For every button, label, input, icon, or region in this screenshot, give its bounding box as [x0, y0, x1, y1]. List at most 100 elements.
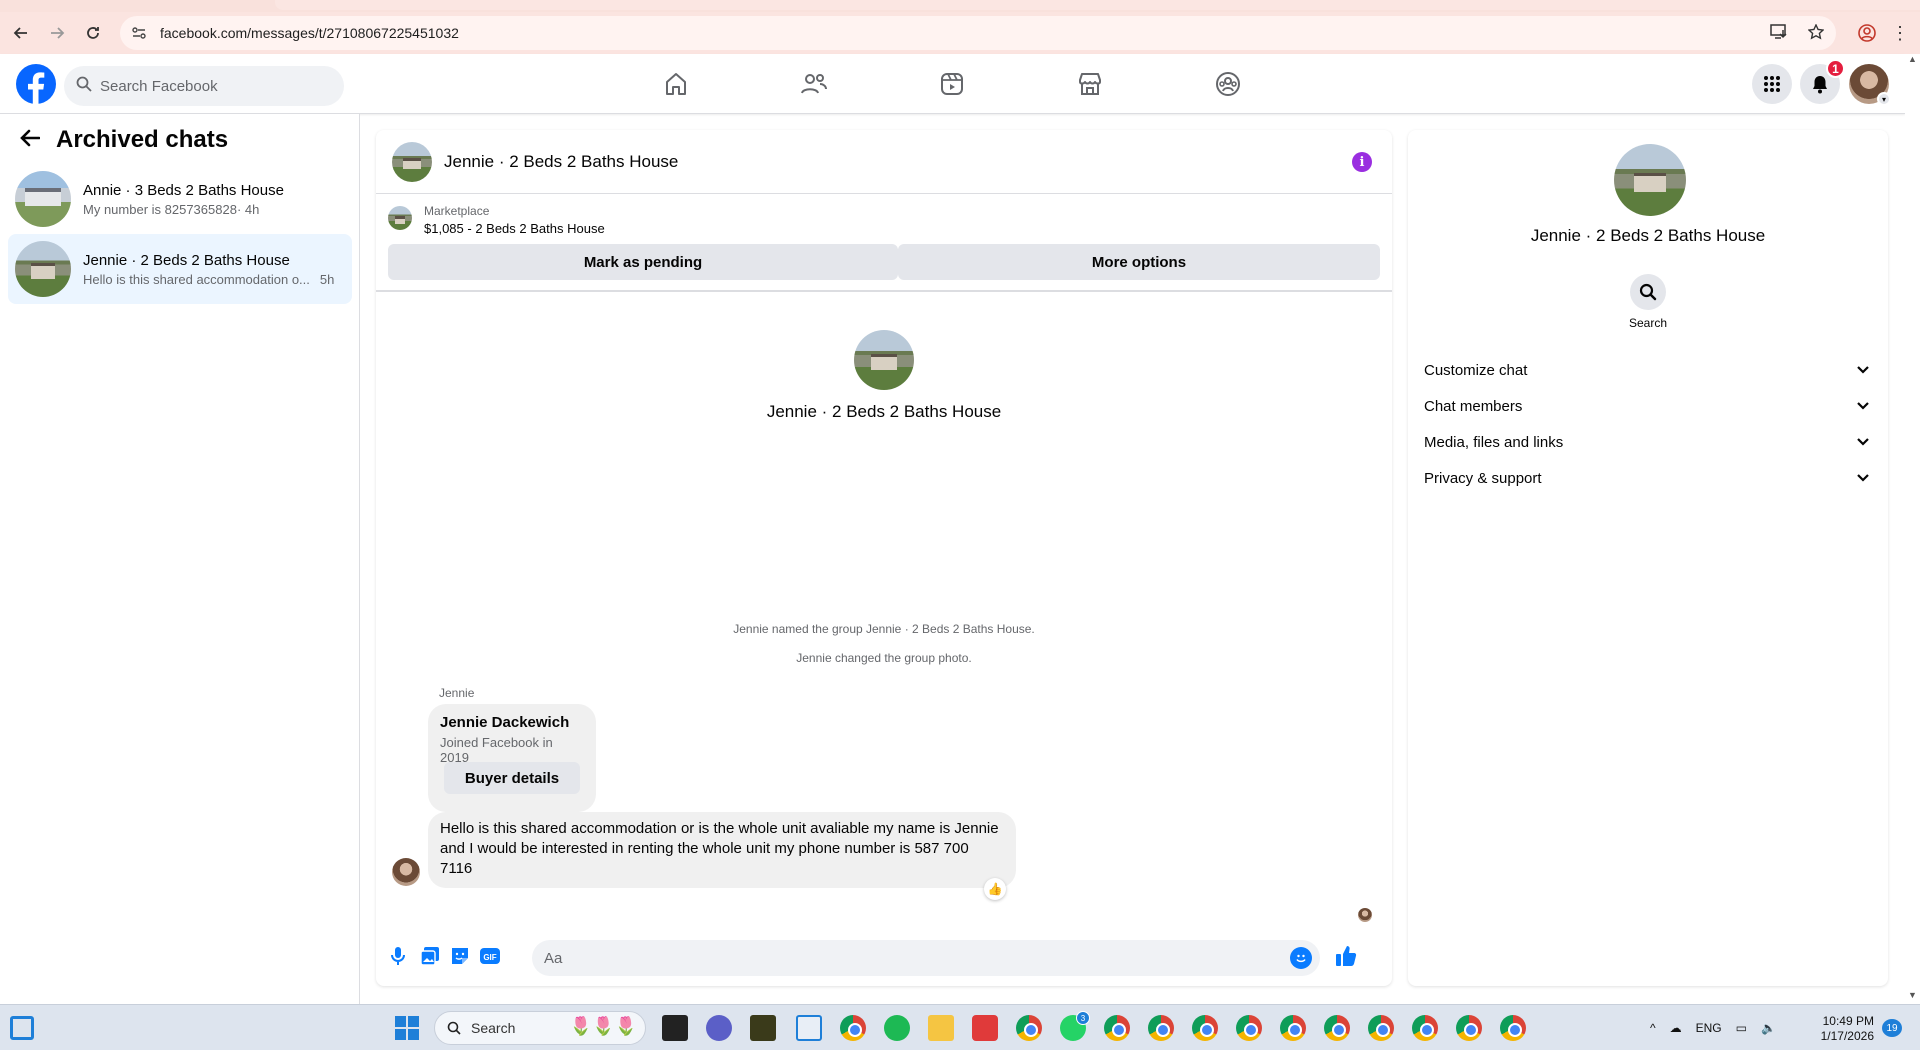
- system-message: Jennie changed the group photo.: [796, 651, 972, 665]
- photo-icon[interactable]: [418, 944, 442, 968]
- chrome-profile-icon[interactable]: [1500, 1015, 1526, 1041]
- buyer-details-button[interactable]: Buyer details: [444, 762, 580, 794]
- listing-title[interactable]: $1,085 - 2 Beds 2 Baths House: [424, 221, 605, 236]
- chrome-profile-icon[interactable]: [1324, 1015, 1350, 1041]
- anydesk-icon[interactable]: [972, 1015, 998, 1041]
- section-privacy-support[interactable]: Privacy & support: [1424, 460, 1872, 496]
- chevron-up-icon[interactable]: ^: [1650, 1021, 1656, 1035]
- archived-chats-header: Archived chats: [20, 126, 228, 154]
- chrome-profile-icon[interactable]: [1280, 1015, 1306, 1041]
- start-icon[interactable]: [395, 1016, 419, 1040]
- address-bar[interactable]: facebook.com/messages/t/2710806722545103…: [120, 16, 1836, 50]
- teams-icon[interactable]: [706, 1015, 732, 1041]
- install-icon[interactable]: [1770, 24, 1788, 44]
- chrome-profile-icon[interactable]: [1192, 1015, 1218, 1041]
- taskbar-clock[interactable]: 10:49 PM 1/17/2026: [1812, 1014, 1874, 1044]
- message-reaction[interactable]: 👍: [984, 878, 1006, 900]
- svg-text:GIF: GIF: [483, 953, 496, 962]
- conversation-header: Jennie · 2 Beds 2 Baths House i: [376, 130, 1392, 194]
- volume-icon[interactable]: 🔈: [1761, 1021, 1776, 1035]
- thumbs-up-icon[interactable]: [1334, 944, 1358, 968]
- buyer-joined: Joined Facebook in 2019: [440, 735, 553, 765]
- search-input[interactable]: [100, 77, 320, 95]
- scroll-down-icon[interactable]: ▼: [1908, 990, 1917, 1000]
- chevron-down-icon: ▾: [1877, 92, 1891, 106]
- scroll-up-icon[interactable]: ▲: [1908, 54, 1917, 64]
- chrome-icon[interactable]: [840, 1015, 866, 1041]
- url-text: facebook.com/messages/t/2710806722545103…: [160, 25, 459, 41]
- taskbar-search[interactable]: Search 🌷🌷🌷: [434, 1011, 646, 1045]
- video-icon[interactable]: [936, 68, 968, 100]
- chevron-down-icon: [1856, 398, 1870, 415]
- mark-as-pending-button[interactable]: Mark as pending: [388, 244, 898, 280]
- chat-thumbnail: [15, 171, 71, 227]
- chrome-profile-icon[interactable]: [1148, 1015, 1174, 1041]
- home-icon[interactable]: [660, 68, 692, 100]
- sticky-notes-icon[interactable]: [750, 1015, 776, 1041]
- page-scrollbar[interactable]: ▲ ▼: [1905, 54, 1920, 1004]
- info-icon[interactable]: i: [1352, 152, 1372, 172]
- notification-center-badge[interactable]: 19: [1882, 1019, 1902, 1037]
- site-info-icon[interactable]: [130, 24, 148, 42]
- star-icon[interactable]: [1807, 23, 1825, 44]
- page-title: Archived chats: [56, 126, 229, 153]
- groups-icon[interactable]: [1212, 68, 1244, 100]
- message-bubble[interactable]: Hello is this shared accommodation or is…: [428, 812, 1016, 888]
- chrome-profile-icon[interactable]: [1456, 1015, 1482, 1041]
- message-input[interactable]: [544, 949, 1284, 967]
- cloud-off-icon[interactable]: ☁: [1670, 1021, 1682, 1035]
- spotify-icon[interactable]: [884, 1015, 910, 1041]
- section-label: Media, files and links: [1424, 433, 1564, 451]
- emoji-icon[interactable]: [1290, 947, 1312, 969]
- whatsapp-icon[interactable]: 3: [1060, 1011, 1090, 1041]
- conversation-photo[interactable]: [392, 141, 432, 182]
- notification-badge: 1: [1826, 59, 1845, 78]
- account-avatar[interactable]: ▾: [1849, 64, 1891, 106]
- listing-thumbnail[interactable]: [388, 206, 412, 230]
- conversation-intro-name: Jennie · 2 Beds 2 Baths House: [766, 402, 1002, 421]
- file-explorer-icon[interactable]: [928, 1015, 954, 1041]
- chat-list-item[interactable]: Annie · 3 Beds 2 Baths House My number i…: [8, 164, 352, 234]
- friends-icon[interactable]: [798, 68, 830, 100]
- back-arrow-icon[interactable]: [20, 129, 41, 151]
- gif-icon[interactable]: GIF: [478, 944, 502, 968]
- chrome-profile-icon[interactable]: [1104, 1015, 1130, 1041]
- chrome-profile-icon[interactable]: [1368, 1015, 1394, 1041]
- reload-icon[interactable]: [78, 18, 108, 48]
- facebook-logo-icon[interactable]: [16, 64, 56, 104]
- grid-menu-icon[interactable]: [1752, 64, 1792, 104]
- chat-thumbnail: [15, 241, 71, 297]
- section-chat-members[interactable]: Chat members: [1424, 388, 1872, 424]
- buyer-name: Jennie Dackewich: [440, 714, 570, 731]
- language-indicator[interactable]: ENG: [1696, 1021, 1722, 1035]
- mic-icon[interactable]: [386, 944, 410, 968]
- forward-arrow-icon[interactable]: [42, 18, 72, 48]
- search-icon: [447, 1021, 461, 1035]
- marketplace-icon[interactable]: [1074, 68, 1106, 100]
- chrome-profile-icon[interactable]: [1016, 1015, 1042, 1041]
- chrome-profile-icon[interactable]: [1236, 1015, 1262, 1041]
- facebook-search[interactable]: [64, 66, 344, 106]
- network-icon[interactable]: ▭: [1736, 1021, 1747, 1035]
- chat-snippet: My number is 8257365828: [83, 201, 237, 217]
- chat-time: 5h: [319, 271, 335, 287]
- search-in-conversation-button[interactable]: [1630, 274, 1666, 310]
- section-customize-chat[interactable]: Customize chat: [1424, 352, 1872, 388]
- conversation-title[interactable]: Jennie · 2 Beds 2 Baths House: [444, 152, 678, 172]
- chrome-profile-icon[interactable]: [1412, 1015, 1438, 1041]
- archived-chats-panel: Archived chats Annie · 3 Beds 2 Baths Ho…: [0, 114, 360, 1004]
- menu-icon[interactable]: ⋮: [1888, 18, 1912, 48]
- section-media-files-links[interactable]: Media, files and links: [1424, 424, 1872, 460]
- chevron-down-icon: [1856, 470, 1870, 487]
- back-arrow-icon[interactable]: [6, 18, 36, 48]
- sticker-icon[interactable]: [448, 944, 472, 968]
- sender-avatar[interactable]: [392, 858, 420, 886]
- clock-date: 1/17/2026: [1820, 1029, 1874, 1043]
- chat-list-item-active[interactable]: Jennie · 2 Beds 2 Baths House Hello is t…: [8, 234, 352, 304]
- snipping-tool-icon[interactable]: [796, 1015, 822, 1041]
- details-photo[interactable]: [1614, 144, 1686, 216]
- widgets-icon[interactable]: [10, 1016, 34, 1040]
- profile-icon[interactable]: [1852, 18, 1882, 48]
- task-view-icon[interactable]: [662, 1015, 688, 1041]
- more-options-button[interactable]: More options: [898, 244, 1380, 280]
